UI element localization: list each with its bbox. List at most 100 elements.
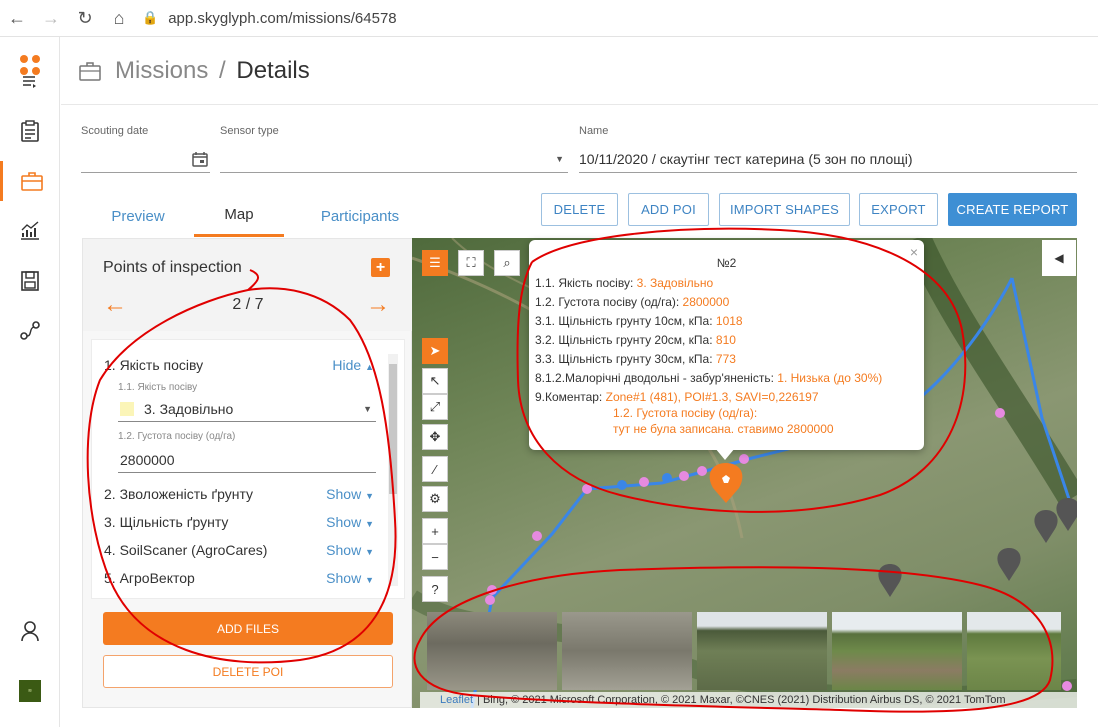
photo-thumbnail[interactable] xyxy=(562,612,692,690)
map-attribution: Leaflet | Bing, © 2021 Microsoft Corpora… xyxy=(420,692,1077,708)
section-row-quality[interactable]: 1. Якість посіву Hide ▲ xyxy=(104,354,374,376)
chevron-down-icon: ▼ xyxy=(365,575,374,585)
popup-line: 1.2. Густота посіву (од/га): 2800000 xyxy=(535,295,730,309)
magic-wand-icon[interactable]: ⁄ xyxy=(422,456,448,482)
collapse-panel-icon[interactable]: ◀ xyxy=(1042,240,1076,276)
forward-icon[interactable]: → xyxy=(34,1,68,35)
breadcrumb-separator: / xyxy=(219,56,226,84)
name-input[interactable]: 10/11/2020 / скаутінг тест катерина (5 з… xyxy=(579,145,1077,173)
home-icon[interactable]: ⌂ xyxy=(102,1,136,35)
quality-sub-label: 1.1. Якість посіву xyxy=(118,382,198,393)
zoom-out-icon[interactable]: − xyxy=(422,544,448,570)
show-toggle[interactable]: Show ▼ xyxy=(326,486,374,502)
density-input[interactable]: 2800000 xyxy=(118,447,376,473)
expand-icon[interactable]: ⤢ xyxy=(422,394,448,420)
app-sidebar: ≋ xyxy=(0,37,60,727)
add-poi-button[interactable]: ADD POI xyxy=(628,193,709,226)
zoom-in-icon[interactable]: + xyxy=(422,518,448,544)
delete-button[interactable]: DELETE xyxy=(541,193,618,226)
tab-preview[interactable]: Preview xyxy=(94,195,182,237)
page-header: Missions / Details xyxy=(61,37,1098,105)
name-field[interactable]: Name 10/11/2020 / скаутінг тест катерина… xyxy=(579,125,1077,173)
help-icon[interactable]: ? xyxy=(422,576,448,602)
poi-panel-title: Points of inspection xyxy=(103,259,242,276)
export-button[interactable]: EXPORT xyxy=(859,193,938,226)
chevron-down-icon: ▼ xyxy=(365,547,374,557)
back-icon[interactable]: ← xyxy=(0,1,34,35)
popup-tip xyxy=(715,448,735,460)
sensor-type-label: Sensor type xyxy=(220,125,279,137)
popup-line: 9.Коментар: Zone#1 (481), POI#1.3, SAVI=… xyxy=(535,390,819,404)
missions-icon[interactable] xyxy=(0,161,60,201)
add-poi-plus-icon[interactable]: + xyxy=(371,258,390,277)
scouting-date-field[interactable]: Scouting date xyxy=(81,125,210,173)
gear-icon[interactable]: ⚙ xyxy=(422,486,448,512)
section-row-moisture[interactable]: 2. Зволоженість ґрунту Show ▼ xyxy=(104,483,374,505)
show-toggle[interactable]: Show ▼ xyxy=(326,542,374,558)
save-disk-icon[interactable] xyxy=(0,261,60,301)
popup-comment-line: 1.2. Густота посіву (од/га): xyxy=(613,406,758,420)
leaflet-link[interactable]: Leaflet xyxy=(440,694,473,706)
briefcase-icon xyxy=(79,61,101,81)
popup-line: 1.1. Якість посіву: 3. Задовільно xyxy=(535,276,714,290)
poi-panel-header: Points of inspection + ← 2 / 7 → xyxy=(83,239,413,331)
brand-logo-icon[interactable]: ≋ xyxy=(0,671,60,711)
popup-line: 8.1.2.Малорічні дводольні - забур'яненіс… xyxy=(535,371,883,385)
analytics-icon[interactable] xyxy=(0,211,60,251)
breadcrumb-details: Details xyxy=(236,56,310,84)
tab-map[interactable]: Map xyxy=(194,195,284,237)
show-toggle[interactable]: Show ▼ xyxy=(326,570,374,586)
pointer-icon[interactable]: ↖ xyxy=(422,368,448,394)
sensor-type-select[interactable]: ▼ xyxy=(220,145,568,173)
lock-icon: 🔒 xyxy=(142,10,159,25)
chevron-up-icon: ▲ xyxy=(365,362,374,372)
scrollbar-thumb[interactable] xyxy=(389,364,397,494)
import-shapes-button[interactable]: IMPORT SHAPES xyxy=(719,193,850,226)
chevron-down-icon: ▼ xyxy=(365,491,374,501)
section-row-density[interactable]: 3. Щільність ґрунту Show ▼ xyxy=(104,511,374,533)
browser-toolbar: ← → ↻ ⌂ 🔒 app.skyglyph.com/missions/6457… xyxy=(0,0,1098,37)
delete-poi-button[interactable]: DELETE POI xyxy=(103,655,393,688)
move-icon[interactable]: ✥ xyxy=(422,424,448,450)
photo-thumbnail[interactable] xyxy=(967,612,1061,690)
photo-thumbnail[interactable] xyxy=(697,612,827,690)
create-report-button[interactable]: CREATE REPORT xyxy=(948,193,1077,226)
address-bar[interactable]: 🔒 app.skyglyph.com/missions/64578 xyxy=(142,4,1098,32)
breadcrumb-missions[interactable]: Missions xyxy=(115,57,208,84)
popup-line: 3.3. Щільність грунту 30см, кПа: 773 xyxy=(535,352,736,366)
dropdown-caret-icon: ▼ xyxy=(555,153,564,164)
poi-popup: × №2 1.1. Якість посіву: 3. Задовільно 1… xyxy=(529,240,924,450)
quality-color-swatch xyxy=(120,401,134,416)
poi-counter: 2 / 7 xyxy=(232,296,264,313)
fullscreen-icon[interactable]: ⛶ xyxy=(458,250,484,276)
clipboard-icon[interactable] xyxy=(0,111,60,151)
hide-toggle[interactable]: Hide ▲ xyxy=(332,357,374,373)
search-icon[interactable]: ⌕ xyxy=(494,250,520,276)
section-row-soilscaner[interactable]: 4. SoilScaner (AgroCares) Show ▼ xyxy=(104,539,374,561)
next-poi-arrow-icon[interactable]: → xyxy=(366,291,390,319)
popup-line: 3.1. Щільність грунту 10см, кПа: 1018 xyxy=(535,314,743,328)
select-arrow-icon[interactable]: ➤ xyxy=(422,338,448,364)
add-files-button[interactable]: ADD FILES xyxy=(103,612,393,645)
user-profile-icon[interactable] xyxy=(0,611,60,651)
popup-comment-line: тут не була записана. ставимо 2800000 xyxy=(613,422,834,436)
dropdown-caret-icon: ▼ xyxy=(363,403,372,414)
scouting-date-input[interactable] xyxy=(81,145,210,173)
reload-icon[interactable]: ↻ xyxy=(68,1,102,35)
poi-marker-grey xyxy=(878,498,1077,597)
menu-toggle-icon[interactable] xyxy=(0,69,60,95)
quality-select[interactable]: 3. Задовільно ▼ xyxy=(118,396,376,422)
show-toggle[interactable]: Show ▼ xyxy=(326,514,374,530)
poi-list-scrollbar[interactable] xyxy=(388,354,398,586)
poi-sections-list[interactable]: 1. Якість посіву Hide ▲ 1.1. Якість посі… xyxy=(91,339,405,599)
density-sub-label: 1.2. Густота посіву (од/га) xyxy=(118,431,236,442)
route-icon[interactable] xyxy=(0,311,60,351)
section-row-agrovector[interactable]: 5. АгроВектор Show ▼ xyxy=(104,567,374,589)
calendar-icon[interactable] xyxy=(192,151,208,167)
tab-participants[interactable]: Participants xyxy=(300,195,420,237)
sliders-icon[interactable]: ☰ xyxy=(422,250,448,276)
sensor-type-field[interactable]: Sensor type ▼ xyxy=(220,125,568,173)
poi-marker-active xyxy=(709,463,743,503)
photo-thumbnail[interactable] xyxy=(832,612,962,690)
photo-thumbnail[interactable] xyxy=(427,612,557,690)
